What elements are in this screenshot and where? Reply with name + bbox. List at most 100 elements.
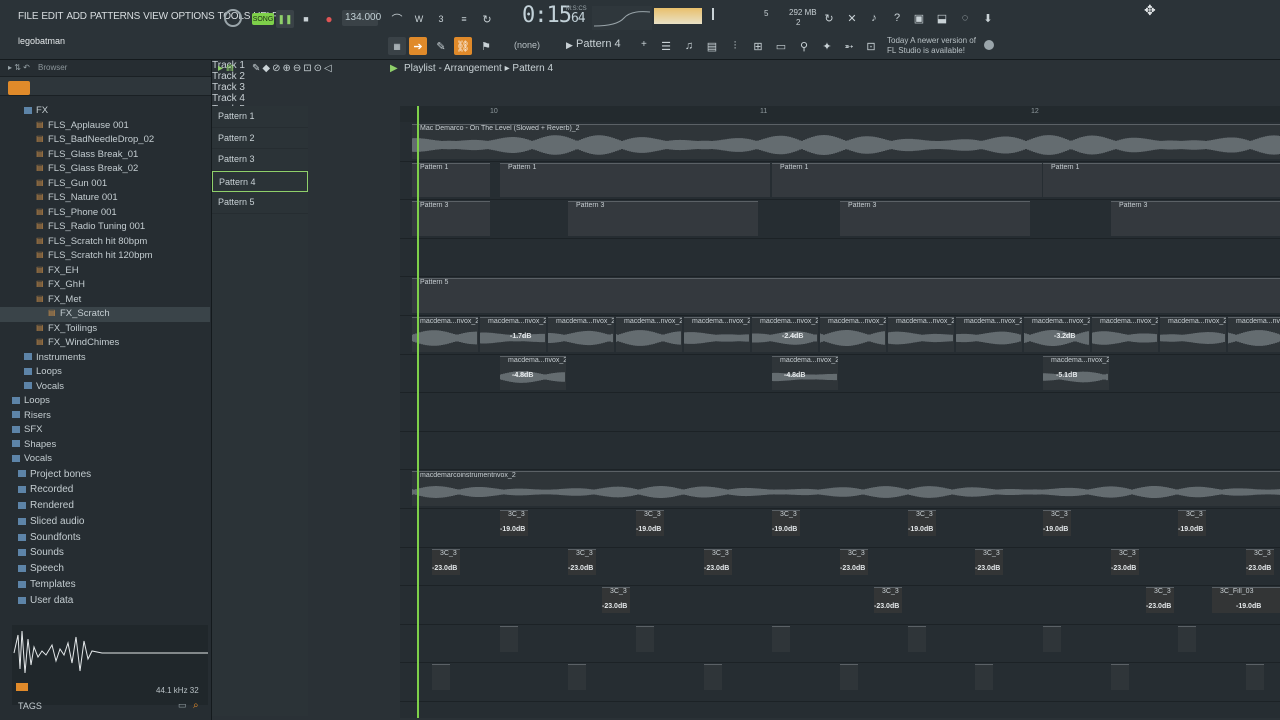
- browser-item[interactable]: Vocals: [0, 452, 210, 467]
- playlist-clip[interactable]: [840, 664, 858, 691]
- playlist-clip[interactable]: Pattern 5: [412, 278, 1280, 313]
- menu-file[interactable]: FILE: [18, 11, 39, 22]
- playlist-clip[interactable]: macdema...nvox_2: [956, 317, 1022, 352]
- pattern-item[interactable]: Pattern 4: [212, 170, 308, 192]
- snap-arrow-button[interactable]: ➔: [409, 37, 427, 55]
- browser-item[interactable]: ▤ FX_GhH: [0, 278, 210, 293]
- playlist-clip[interactable]: macdema...nvox_2: [1160, 317, 1226, 352]
- news-panel[interactable]: Today A newer version of FL Studio is av…: [887, 36, 976, 56]
- browser-item[interactable]: ▤ FLS_Glass Break_01: [0, 148, 210, 163]
- play-button[interactable]: ❚❚: [276, 10, 294, 28]
- link-button[interactable]: ⛓: [454, 37, 472, 55]
- menu-add[interactable]: ADD: [66, 11, 87, 22]
- browser-item[interactable]: Vocals: [0, 380, 210, 395]
- playlist-clip[interactable]: macdema...nvox_2: [616, 317, 682, 352]
- channel-rack-button[interactable]: ▤: [703, 37, 721, 55]
- add-pattern-icon[interactable]: +: [641, 39, 647, 50]
- playlist-clip[interactable]: Pattern 1: [412, 162, 490, 198]
- browser-item[interactable]: ▤ FLS_Applause 001: [0, 119, 210, 134]
- track-header[interactable]: Track 1: [212, 60, 1280, 712]
- browser-item[interactable]: ▤ FLS_Phone 001: [0, 206, 210, 221]
- playlist-clip[interactable]: Pattern 1: [1043, 162, 1280, 198]
- menu-options[interactable]: OPTIONS: [171, 11, 215, 22]
- browser-item[interactable]: FX: [0, 104, 210, 119]
- track-header[interactable]: Track 4: [212, 93, 1280, 712]
- playlist-play-icon[interactable]: ▶: [390, 63, 398, 74]
- draw-tool-button[interactable]: ✎: [432, 37, 450, 55]
- mic-button[interactable]: ♪: [865, 9, 883, 27]
- preview-play-icon[interactable]: [16, 683, 28, 691]
- browser-item[interactable]: ▤ FLS_Radio Tuning 001: [0, 220, 210, 235]
- playlist-clip[interactable]: macdema...nvox_2: [888, 317, 954, 352]
- refresh-button[interactable]: ↻: [820, 9, 838, 27]
- playlist-clip[interactable]: [908, 625, 926, 652]
- song-mode-toggle[interactable]: SONG: [252, 13, 274, 25]
- tags-label[interactable]: TAGS: [18, 701, 42, 711]
- playlist-clip[interactable]: macdema...nvox_2: [684, 317, 750, 352]
- playlist-clip[interactable]: [1111, 664, 1129, 691]
- loop-record-button[interactable]: ↻: [478, 10, 496, 28]
- browser-item[interactable]: Instruments: [0, 351, 210, 366]
- browser-item[interactable]: ▤ FLS_Glass Break_02: [0, 162, 210, 177]
- playlist-clip[interactable]: Pattern 3: [568, 201, 758, 236]
- pattern-prev-icon[interactable]: ▶: [566, 40, 573, 51]
- cloud-button[interactable]: ⬓: [933, 9, 951, 27]
- touch-controller-button[interactable]: ➵: [840, 37, 858, 55]
- playlist-clip[interactable]: Pattern 3: [840, 201, 1030, 236]
- browser-location[interactable]: Templates: [0, 577, 210, 593]
- playlist-clip[interactable]: Pattern 3: [1111, 201, 1280, 236]
- playlist-toolbar-icons[interactable]: ▸ ⋒: [218, 63, 234, 74]
- master-volume-slider[interactable]: [712, 8, 714, 20]
- browser-item[interactable]: Shapes: [0, 438, 210, 453]
- browser-item[interactable]: ▤ FLS_Scratch hit 120bpm: [0, 249, 210, 264]
- playlist-clip[interactable]: [432, 664, 450, 691]
- browser-item[interactable]: ▤ FX_Scratch: [0, 307, 210, 322]
- mixer-button[interactable]: ⫶: [726, 37, 744, 55]
- browser-item[interactable]: Risers: [0, 409, 210, 424]
- playlist-clip[interactable]: [500, 625, 518, 652]
- playlist-clip[interactable]: macdemarcoinstrumentnvox_2: [412, 471, 1280, 506]
- playlist-clip[interactable]: [704, 664, 722, 691]
- browser-location[interactable]: Recorded: [0, 482, 210, 498]
- browser-location[interactable]: Speech: [0, 561, 210, 577]
- save-button[interactable]: ▣: [910, 9, 928, 27]
- search-icon[interactable]: ⌕: [193, 700, 199, 711]
- browser-item[interactable]: ▤ FX_Met: [0, 293, 210, 308]
- playhead[interactable]: [417, 106, 419, 718]
- playlist-clip[interactable]: macdema...nvox_2: [548, 317, 614, 352]
- project-browser-button[interactable]: ▭: [772, 37, 790, 55]
- shop-button[interactable]: ⊡: [862, 37, 880, 55]
- countdown-button[interactable]: 3: [432, 10, 450, 28]
- playlist-clip[interactable]: [772, 625, 790, 652]
- playlist-clip[interactable]: Pattern 3: [412, 201, 490, 236]
- playlist-clip[interactable]: [1178, 625, 1196, 652]
- plugin-picker-button[interactable]: ⚲: [795, 37, 813, 55]
- browser-item[interactable]: ▤ FX_Toilings: [0, 322, 210, 337]
- pattern-item[interactable]: Pattern 3: [212, 149, 308, 171]
- help-button[interactable]: ?: [888, 9, 906, 27]
- playlist-clip[interactable]: Mac Demarco - On The Level (Slowed + Rev…: [412, 124, 1280, 159]
- piano-roll-button[interactable]: ♫: [680, 37, 698, 55]
- chat-button[interactable]: ◌: [956, 9, 974, 27]
- browser-item[interactable]: SFX: [0, 423, 210, 438]
- playlist-clip[interactable]: macdema...nvox_2: [412, 317, 478, 352]
- playlist-clip[interactable]: [568, 664, 586, 691]
- browser-location[interactable]: Project bones: [0, 467, 210, 483]
- playlist-clip[interactable]: macdema...nvox_2: [1228, 317, 1280, 352]
- panic-button[interactable]: ✕: [843, 9, 861, 27]
- stop-button[interactable]: ■: [297, 10, 315, 28]
- browser-location[interactable]: Soundfonts: [0, 530, 210, 546]
- track-header[interactable]: Track 2: [212, 71, 1280, 712]
- arrangement-grid[interactable]: 10 11 12 Mac Demarco - On The Level (Slowe…: [400, 106, 1280, 718]
- record-button[interactable]: ●: [320, 10, 338, 28]
- keyboard-button[interactable]: ▦: [388, 37, 406, 55]
- step-edit-button[interactable]: ≡: [455, 10, 473, 28]
- browser-tab-all[interactable]: [8, 81, 30, 95]
- playlist-clip[interactable]: [975, 664, 993, 691]
- browser-location[interactable]: Sliced audio: [0, 514, 210, 530]
- menu-view[interactable]: VIEW: [143, 11, 168, 22]
- browser-item[interactable]: ▤ FLS_Gun 001: [0, 177, 210, 192]
- browser-item[interactable]: ▤ FLS_Scratch hit 80bpm: [0, 235, 210, 250]
- menu-patterns[interactable]: PATTERNS: [90, 11, 140, 22]
- track-header[interactable]: Track 3: [212, 82, 1280, 712]
